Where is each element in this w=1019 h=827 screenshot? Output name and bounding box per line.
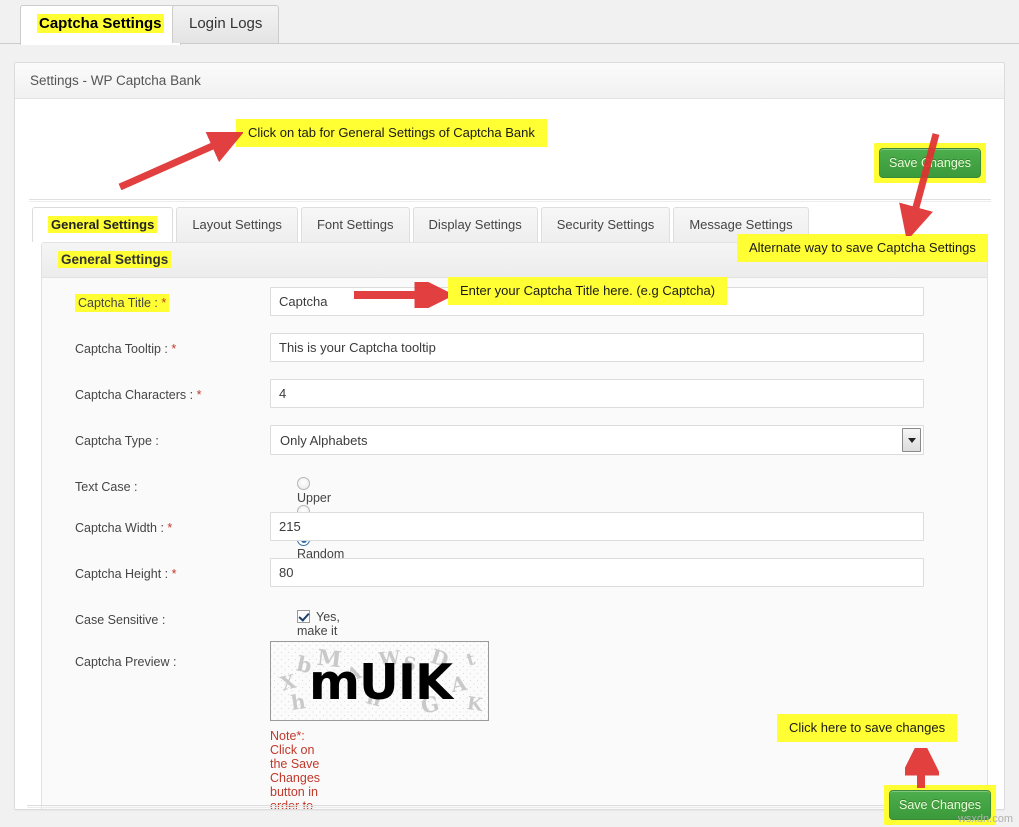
annotation-save-hint: Click here to save changes [777, 714, 957, 742]
panel-body: Save Changes General Settings Layout Set… [15, 99, 1004, 810]
label-text-case: Text Case : [75, 480, 138, 494]
tab-captcha-settings-label: Captcha Settings [37, 14, 164, 33]
plugin-tab-bar: Captcha Settings Login Logs [0, 0, 1019, 44]
annotation-tab-hint: Click on tab for General Settings of Cap… [236, 119, 547, 147]
annotation-arrow-to-alt-save [898, 130, 946, 236]
required-marker: * [197, 388, 202, 402]
row-text-case: Text Case : Upper Lower Random [42, 471, 989, 517]
control-captcha-type: Only Alphabets [270, 425, 924, 455]
row-captcha-tooltip: Captcha Tooltip : * [42, 333, 989, 379]
settings-tab-display-label: Display Settings [429, 217, 522, 232]
annotation-title-hint: Enter your Captcha Title here. (e.g Capt… [448, 277, 727, 305]
annotation-arrow-to-title-input [352, 282, 448, 308]
label-captcha-title: Captcha Title : * [75, 296, 169, 310]
row-captcha-characters: Captcha Characters : * [42, 379, 989, 425]
watermark: wsxdn.com [958, 813, 1013, 825]
control-captcha-height [270, 558, 924, 587]
settings-tab-layout-label: Layout Settings [192, 217, 282, 232]
annotation-arrow-to-general-tab [108, 132, 243, 194]
settings-tab-security[interactable]: Security Settings [541, 207, 671, 242]
input-captcha-width[interactable] [270, 512, 924, 541]
annotation-arrow-to-save-button [905, 748, 939, 790]
label-captcha-tooltip-text: Captcha Tooltip : [75, 342, 168, 356]
control-captcha-width [270, 512, 924, 541]
row-captcha-type: Captcha Type : Only Alphabets [42, 425, 989, 471]
row-captcha-height: Captcha Height : * [42, 558, 989, 604]
tab-login-logs-label: Login Logs [189, 15, 262, 32]
required-marker: * [171, 342, 176, 356]
label-captcha-characters-text: Captcha Characters : [75, 388, 193, 402]
label-captcha-characters: Captcha Characters : * [75, 388, 201, 402]
checkmark-icon[interactable] [297, 610, 310, 623]
settings-tab-general[interactable]: General Settings [32, 207, 173, 242]
label-captcha-preview: Captcha Preview : [75, 655, 176, 669]
label-captcha-width: Captcha Width : * [75, 521, 172, 535]
row-captcha-width: Captcha Width : * [42, 512, 989, 558]
chevron-down-icon[interactable] [902, 428, 921, 452]
general-settings-card-title: General Settings [58, 251, 171, 268]
label-case-sensitive: Case Sensitive : [75, 613, 165, 627]
input-captcha-tooltip[interactable] [270, 333, 924, 362]
captcha-preview-note: Note*: Click on the Save Changes button … [270, 729, 320, 810]
input-captcha-height[interactable] [270, 558, 924, 587]
label-captcha-tooltip: Captcha Tooltip : * [75, 342, 176, 356]
label-captcha-type: Captcha Type : [75, 434, 159, 448]
label-case-sensitive-text: Case Sensitive : [75, 613, 165, 627]
control-captcha-characters [270, 379, 924, 408]
tab-login-logs[interactable]: Login Logs [172, 5, 279, 43]
radio-upper-icon[interactable] [297, 477, 310, 490]
label-captcha-width-text: Captcha Width : [75, 521, 164, 535]
settings-tab-message-label: Message Settings [689, 217, 792, 232]
row-case-sensitive: Case Sensitive : Yes, make it case sensi… [42, 604, 989, 650]
tab-captcha-settings[interactable]: Captcha Settings [20, 5, 181, 45]
required-marker: * [161, 296, 166, 310]
captcha-preview-image: X b h M A n W S G D A K t [270, 641, 489, 721]
screen-root: Captcha Settings Login Logs Settings - W… [0, 0, 1019, 827]
label-text-case-text: Text Case : [75, 480, 138, 494]
settings-tab-font[interactable]: Font Settings [301, 207, 410, 242]
required-marker: * [172, 567, 177, 581]
divider-bottom [27, 805, 989, 808]
input-captcha-characters[interactable] [270, 379, 924, 408]
divider-top [29, 199, 991, 202]
settings-tab-display[interactable]: Display Settings [413, 207, 538, 242]
label-captcha-height-text: Captcha Height : [75, 567, 168, 581]
save-changes-button-bottom-label: Save Changes [899, 798, 981, 812]
settings-tab-security-label: Security Settings [557, 217, 655, 232]
panel-header: Settings - WP Captcha Bank [15, 63, 1004, 99]
radio-option-upper-label: Upper [297, 491, 331, 505]
settings-tab-font-label: Font Settings [317, 217, 394, 232]
select-captcha-type[interactable]: Only Alphabets [270, 425, 924, 455]
label-captcha-preview-text: Captcha Preview : [75, 655, 176, 669]
annotation-alt-save-hint: Alternate way to save Captcha Settings [737, 234, 988, 262]
settings-tab-general-label: General Settings [48, 216, 157, 233]
control-captcha-tooltip [270, 333, 924, 362]
radio-option-upper[interactable]: Upper [297, 477, 344, 505]
select-captcha-type-value: Only Alphabets [280, 433, 367, 448]
captcha-preview-text: mUIK [271, 642, 489, 721]
panel-header-title: Settings - WP Captcha Bank [30, 73, 201, 88]
label-captcha-title-text: Captcha Title : [78, 296, 158, 310]
row-captcha-preview: Captcha Preview : X b h M A n W S [42, 646, 989, 766]
label-captcha-type-text: Captcha Type : [75, 434, 159, 448]
label-captcha-height: Captcha Height : * [75, 567, 176, 581]
settings-tab-layout[interactable]: Layout Settings [176, 207, 298, 242]
settings-tab-bar: General Settings Layout Settings Font Se… [32, 207, 812, 243]
required-marker: * [167, 521, 172, 535]
